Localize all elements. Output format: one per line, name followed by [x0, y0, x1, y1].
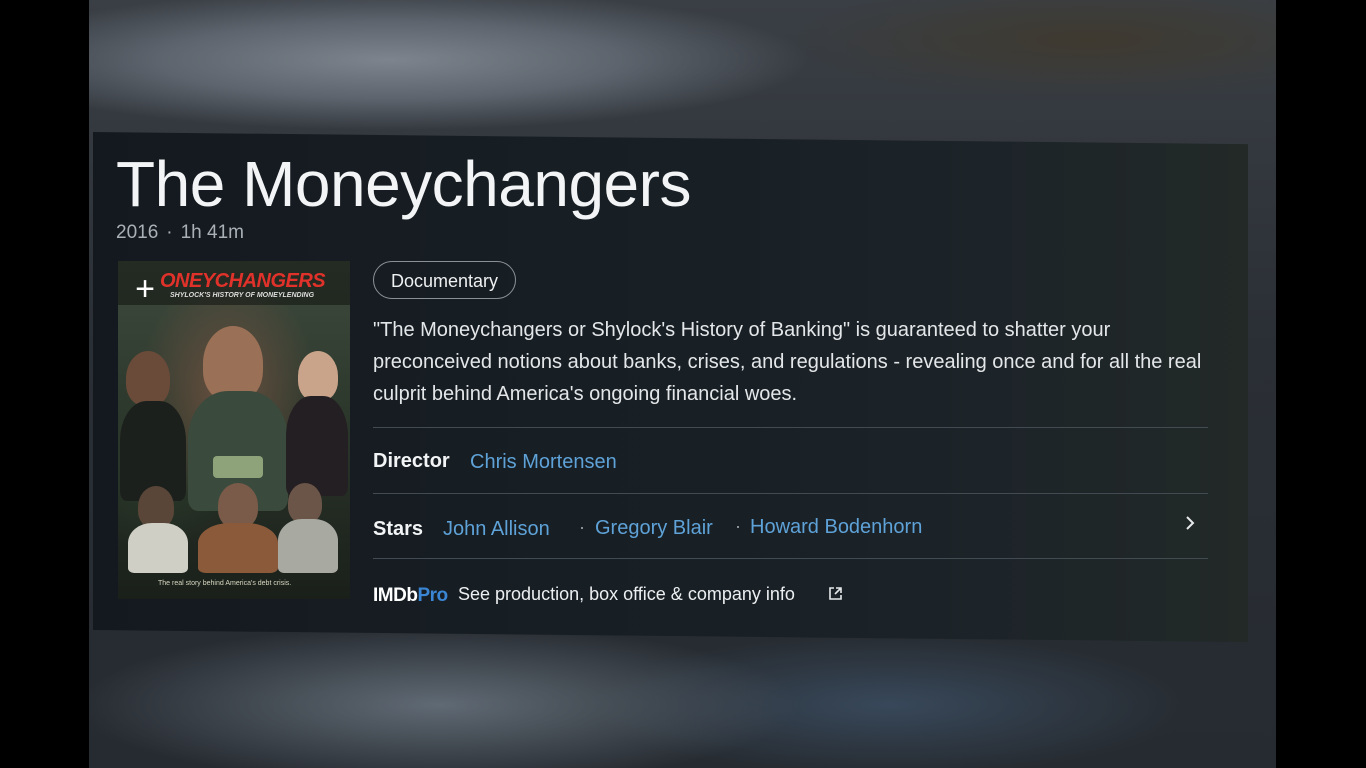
plus-icon[interactable]: + [130, 272, 160, 306]
divider [373, 427, 1208, 428]
stars-label: Stars [373, 518, 424, 540]
plot-summary: "The Moneychangers or Shylock's History … [373, 319, 1202, 405]
divider [373, 558, 1208, 559]
poster-title-text: ONEYCHANGERS [160, 270, 326, 292]
stars-separator: · [735, 516, 741, 536]
divider [373, 493, 1208, 494]
poster-figure [213, 456, 263, 478]
poster-figure [298, 351, 338, 401]
imdbpro-logo-pro: Pro [417, 585, 448, 606]
poster-figure [138, 486, 174, 528]
poster-figure [128, 523, 188, 573]
poster-figure [288, 483, 322, 523]
poster-subtitle-text: SHYLOCK'S HISTORY OF MONEYLENDING [170, 292, 315, 299]
star-link[interactable]: John Allison [443, 518, 550, 541]
star-link[interactable]: Gregory Blair [595, 517, 713, 540]
director-label: Director [373, 450, 450, 472]
star-link[interactable]: Howard Bodenhorn [750, 516, 922, 539]
poster-tagline: The real story behind America's debt cri… [158, 580, 292, 587]
release-year: 2016 [116, 222, 159, 243]
title-meta: 2016 · 1h 41m [116, 222, 244, 244]
poster-figure [286, 396, 348, 496]
poster-figure [218, 483, 258, 528]
external-link-icon[interactable] [828, 586, 843, 601]
imdbpro-link[interactable]: See production, box office & company inf… [458, 584, 795, 605]
stars-separator: · [579, 517, 585, 537]
page-title: The Moneychangers [116, 148, 691, 220]
chevron-right-icon[interactable] [1183, 516, 1197, 530]
poster-figure [203, 326, 263, 401]
genre-chip-documentary[interactable]: Documentary [373, 261, 517, 299]
director-link[interactable]: Chris Mortensen [470, 451, 617, 474]
poster-image[interactable]: ONEYCHANGERS SHYLOCK'S HISTORY OF MONEYL… [118, 261, 350, 599]
runtime: 1h 41m [180, 222, 244, 243]
poster-figure [126, 351, 170, 406]
poster-figure [198, 523, 278, 573]
meta-separator: · [166, 222, 173, 243]
imdbpro-logo[interactable]: IMDbPro [373, 585, 448, 607]
imdbpro-logo-imdb: IMDb [373, 585, 418, 606]
poster-figure [278, 519, 338, 573]
